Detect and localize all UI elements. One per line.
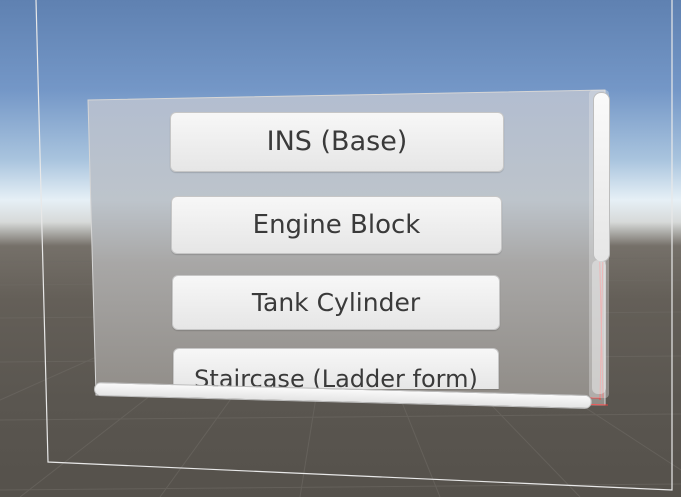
scroll-view-panel[interactable]: INS (Base) Engine Block Tank Cylinder St… [0,0,681,497]
engine-block-label: Engine Block [252,210,421,240]
staircase-ladder-button[interactable]: Staircase (Ladder form) [173,348,499,389]
vertical-scrollbar-lower [592,260,606,394]
vertical-scrollbar-handle[interactable] [593,92,610,262]
staircase-ladder-label: Staircase (Ladder form) [194,365,478,389]
tank-cylinder-label: Tank Cylinder [251,288,421,317]
engine-block-button[interactable]: Engine Block [171,196,502,254]
ins-base-button[interactable]: INS (Base) [170,112,504,172]
ins-base-label: INS (Base) [266,126,408,157]
tank-cylinder-button[interactable]: Tank Cylinder [172,275,500,330]
